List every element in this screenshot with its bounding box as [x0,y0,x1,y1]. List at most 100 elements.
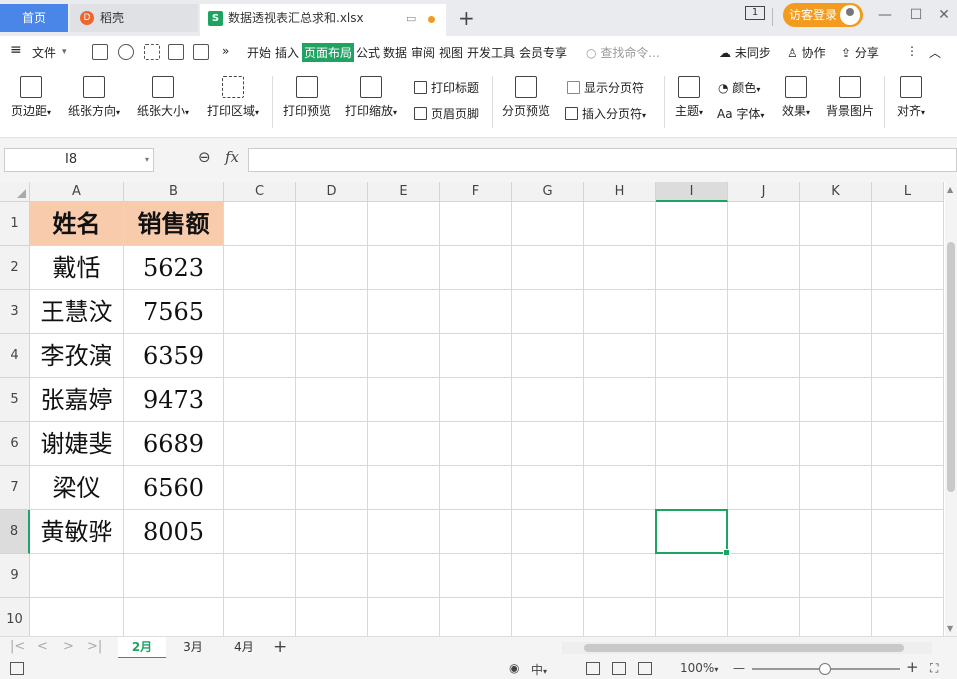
cell-I3[interactable] [656,290,728,334]
cell-C8[interactable] [224,510,296,554]
cell-H10[interactable] [584,598,656,636]
cell-I9[interactable] [656,554,728,598]
cell-D1[interactable] [296,202,368,246]
cell-A7[interactable]: 梁仪 [30,466,124,510]
spreadsheet-grid[interactable]: A B C D E F G H I J K L 1 姓名 销售额 2 戴恬 5623 3 王慧汶 7565 4 李孜演 635… [0,182,945,636]
colors-button[interactable]: ◔ 颜色▾ [718,79,760,96]
column-header[interactable]: D [296,182,368,202]
cell-F5[interactable] [440,378,512,422]
cell-I10[interactable] [656,598,728,636]
cell-L7[interactable] [872,466,944,510]
cell-A10[interactable] [30,598,124,636]
cell-C2[interactable] [224,246,296,290]
cell-J5[interactable] [728,378,800,422]
cell-H8[interactable] [584,510,656,554]
command-search[interactable]: ○ 查找命令... [586,44,660,61]
cell-K5[interactable] [800,378,872,422]
column-header[interactable]: B [124,182,224,202]
vertical-scrollbar[interactable]: ▲ ▼ [945,182,957,636]
column-header[interactable]: J [728,182,800,202]
preview-icon[interactable] [193,44,209,60]
active-cell-selection[interactable] [655,509,730,556]
formula-input[interactable] [248,148,957,172]
align-button[interactable]: 对齐▾ [892,76,930,119]
cell-A2[interactable]: 戴恬 [30,246,124,290]
zoom-out-button[interactable]: — [733,661,745,675]
cell-E1[interactable] [368,202,440,246]
function-icon[interactable]: fx [225,148,239,166]
eye-protection-icon[interactable]: ◉ [509,661,519,675]
row-header[interactable]: 6 [0,422,30,466]
cell-H3[interactable] [584,290,656,334]
cell-F2[interactable] [440,246,512,290]
menu-tab-page-layout[interactable]: 页面布局 [302,43,355,62]
cell-J9[interactable] [728,554,800,598]
cell-K10[interactable] [800,598,872,636]
hamburger-icon[interactable]: ≡ [10,42,22,58]
cell-K8[interactable] [800,510,872,554]
row-header[interactable]: 5 [0,378,30,422]
cell-F8[interactable] [440,510,512,554]
cell-F7[interactable] [440,466,512,510]
margin-button[interactable]: 页边距▾ [8,76,54,119]
sheet-tab[interactable]: 4月 [220,637,268,659]
cell-F4[interactable] [440,334,512,378]
tab-daoke[interactable]: D 稻壳 [70,4,198,32]
cell-K1[interactable] [800,202,872,246]
cell-D4[interactable] [296,334,368,378]
cell-C7[interactable] [224,466,296,510]
cell-B1[interactable]: 销售额 [124,202,224,246]
cell-K6[interactable] [800,422,872,466]
more-quick-icon[interactable]: » [222,44,229,58]
sheet-tab[interactable]: 2月 [118,637,166,659]
menu-tab-home[interactable]: 开始 [247,44,271,61]
cell-I6[interactable] [656,422,728,466]
cell-H2[interactable] [584,246,656,290]
cell-C1[interactable] [224,202,296,246]
cell-B8[interactable]: 8005 [124,510,224,554]
cell-G10[interactable] [512,598,584,636]
sheet-tab[interactable]: 3月 [169,637,217,659]
monitor-icon[interactable]: ▭ [406,5,416,33]
next-sheet-icon[interactable]: > [63,639,74,654]
share-link-icon[interactable] [144,44,160,60]
cell-D9[interactable] [296,554,368,598]
collab-button[interactable]: ♙ 协作 [787,44,826,61]
cell-B4[interactable]: 6359 [124,334,224,378]
cell-B6[interactable]: 6689 [124,422,224,466]
login-button[interactable]: 访客登录 [783,3,863,27]
cell-L9[interactable] [872,554,944,598]
tab-file[interactable]: S 数据透视表汇总求和.xlsx ▭ [200,4,446,36]
cell-K4[interactable] [800,334,872,378]
cell-A9[interactable] [30,554,124,598]
column-header[interactable]: F [440,182,512,202]
name-box[interactable]: I8 ▾ [4,148,154,172]
cell-E3[interactable] [368,290,440,334]
menu-tab-formula[interactable]: 公式 [356,44,380,61]
cell-C10[interactable] [224,598,296,636]
fonts-button[interactable]: Aa 字体▾ [717,105,764,122]
cell-A3[interactable]: 王慧汶 [30,290,124,334]
print-title-button[interactable]: 打印标题 [414,79,479,96]
cell-L2[interactable] [872,246,944,290]
cell-H1[interactable] [584,202,656,246]
show-page-break-checkbox[interactable]: 显示分页符 [567,79,644,96]
cell-A6[interactable]: 谢婕斐 [30,422,124,466]
cell-H4[interactable] [584,334,656,378]
print-preview-button[interactable]: 打印预览 [282,76,332,119]
cell-G3[interactable] [512,290,584,334]
column-header[interactable]: I [656,182,728,202]
first-sheet-icon[interactable]: |< [10,639,25,654]
cell-J3[interactable] [728,290,800,334]
cell-I2[interactable] [656,246,728,290]
cell-B3[interactable]: 7565 [124,290,224,334]
cell-L6[interactable] [872,422,944,466]
cell-K2[interactable] [800,246,872,290]
cell-D10[interactable] [296,598,368,636]
cell-A1[interactable]: 姓名 [30,202,124,246]
cell-L10[interactable] [872,598,944,636]
more-options-icon[interactable]: ⋮ [906,44,918,58]
cell-C5[interactable] [224,378,296,422]
zoom-in-button[interactable]: + [906,658,919,676]
last-sheet-icon[interactable]: >| [87,639,102,654]
